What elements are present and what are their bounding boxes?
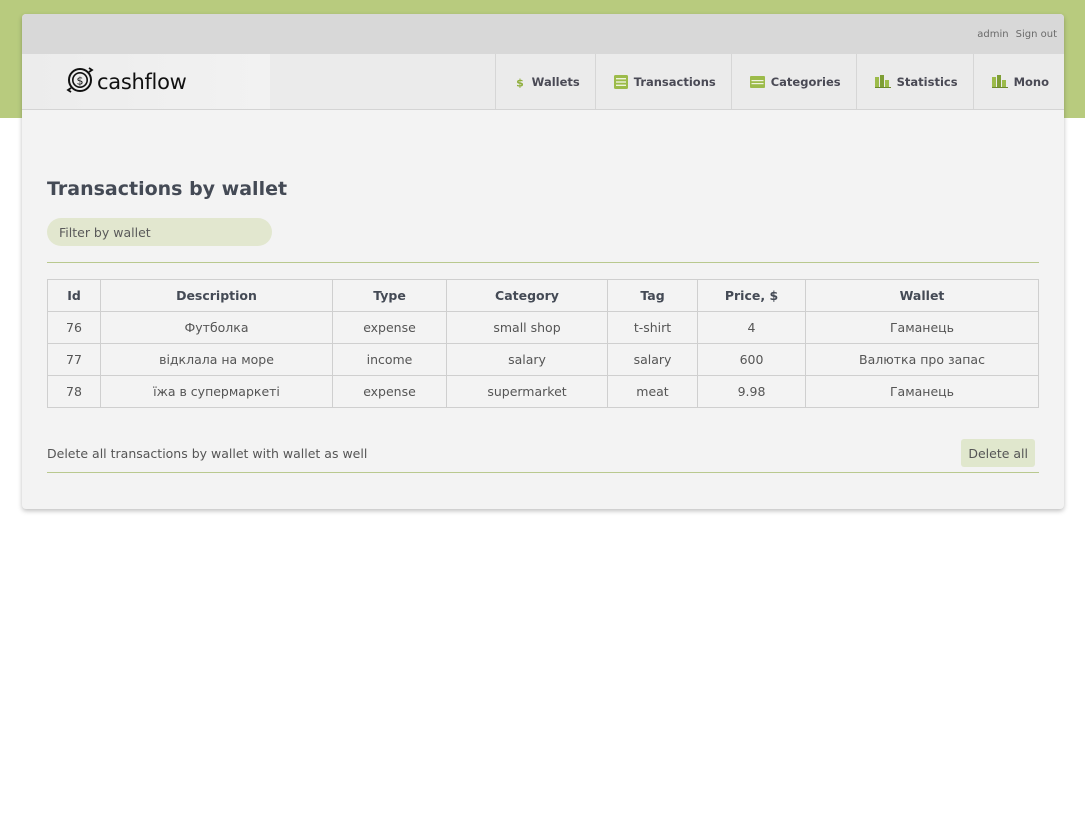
filter-wallet-input[interactable] — [47, 218, 272, 246]
cell-description: відклала на море — [100, 343, 333, 376]
signout-link[interactable]: Sign out — [1016, 29, 1057, 40]
page-title: Transactions by wallet — [47, 178, 288, 200]
cell-id: 77 — [47, 343, 101, 376]
username-link[interactable]: admin — [977, 29, 1008, 40]
bar-chart-icon — [991, 75, 1008, 88]
nav-item-categories[interactable]: Categories — [730, 54, 856, 109]
cell-tag: meat — [607, 375, 698, 408]
cell-category: supermarket — [446, 375, 608, 408]
cell-type: income — [332, 343, 447, 376]
cell-type: expense — [332, 375, 447, 408]
logo[interactable]: $ cashflow — [22, 54, 270, 109]
col-type: Type — [332, 279, 447, 312]
cell-price: 4 — [697, 311, 806, 344]
delete-all-row: Delete all transactions by wallet with w… — [47, 438, 1039, 468]
nav-item-transactions[interactable]: Transactions — [594, 54, 731, 109]
nav-item-wallets[interactable]: $ Wallets — [494, 54, 595, 109]
cashflow-logo-icon: $ — [66, 63, 94, 101]
user-bar: admin Sign out — [22, 14, 1064, 54]
list-icon — [613, 74, 628, 89]
delete-all-button[interactable]: Delete all — [961, 439, 1035, 467]
nav-item-statistics[interactable]: Statistics — [855, 54, 973, 109]
cell-price: 9.98 — [697, 375, 806, 408]
cell-description: їжа в супермаркеті — [100, 375, 333, 408]
table-row: 76 Футболка expense small shop t-shirt 4… — [47, 311, 1039, 344]
cell-description: Футболка — [100, 311, 333, 344]
bar-chart-icon — [874, 75, 891, 88]
nav-label-categories: Categories — [770, 74, 841, 89]
cell-wallet: Валютка про запас — [805, 343, 1039, 376]
nav-label-mono: Mono — [1013, 74, 1049, 89]
dollar-icon: $ — [514, 76, 526, 88]
table-row: 78 їжа в супермаркеті expense supermarke… — [47, 375, 1039, 408]
table-row: 77 відклала на море income salary salary… — [47, 343, 1039, 376]
col-price: Price, $ — [697, 279, 806, 312]
svg-text:$: $ — [77, 74, 84, 87]
logo-text: cashflow — [97, 69, 187, 94]
cell-tag: t-shirt — [607, 311, 698, 344]
cell-id: 78 — [47, 375, 101, 408]
delete-all-description: Delete all transactions by wallet with w… — [47, 445, 368, 461]
navbar: $ cashflow $ Wallets Transactions Catego… — [22, 54, 1064, 110]
cell-category: salary — [446, 343, 608, 376]
cell-category: small shop — [446, 311, 608, 344]
cell-tag: salary — [607, 343, 698, 376]
col-description: Description — [100, 279, 333, 312]
cell-wallet: Гаманець — [805, 375, 1039, 408]
main-card: admin Sign out $ cashflow $ Wallets Tran… — [22, 14, 1064, 509]
table-header-row: Id Description Type Category Tag Price, … — [47, 279, 1039, 312]
cell-wallet: Гаманець — [805, 311, 1039, 344]
col-category: Category — [446, 279, 608, 312]
col-id: Id — [47, 279, 101, 312]
nav-label-wallets: Wallets — [531, 74, 580, 89]
col-tag: Tag — [607, 279, 698, 312]
col-wallet: Wallet — [805, 279, 1039, 312]
divider — [47, 262, 1039, 263]
nav-label-statistics: Statistics — [896, 74, 958, 89]
nav-menu: $ Wallets Transactions Categories Statis… — [494, 54, 1064, 109]
nav-item-mono[interactable]: Mono — [972, 54, 1064, 109]
transactions-table: Id Description Type Category Tag Price, … — [47, 279, 1039, 408]
cell-id: 76 — [47, 311, 101, 344]
cell-type: expense — [332, 311, 447, 344]
cell-price: 600 — [697, 343, 806, 376]
svg-text:$: $ — [516, 76, 524, 88]
folder-icon — [749, 75, 765, 88]
nav-label-transactions: Transactions — [633, 74, 716, 89]
content: Transactions by wallet Id Description Ty… — [22, 176, 1064, 473]
divider — [47, 472, 1039, 473]
